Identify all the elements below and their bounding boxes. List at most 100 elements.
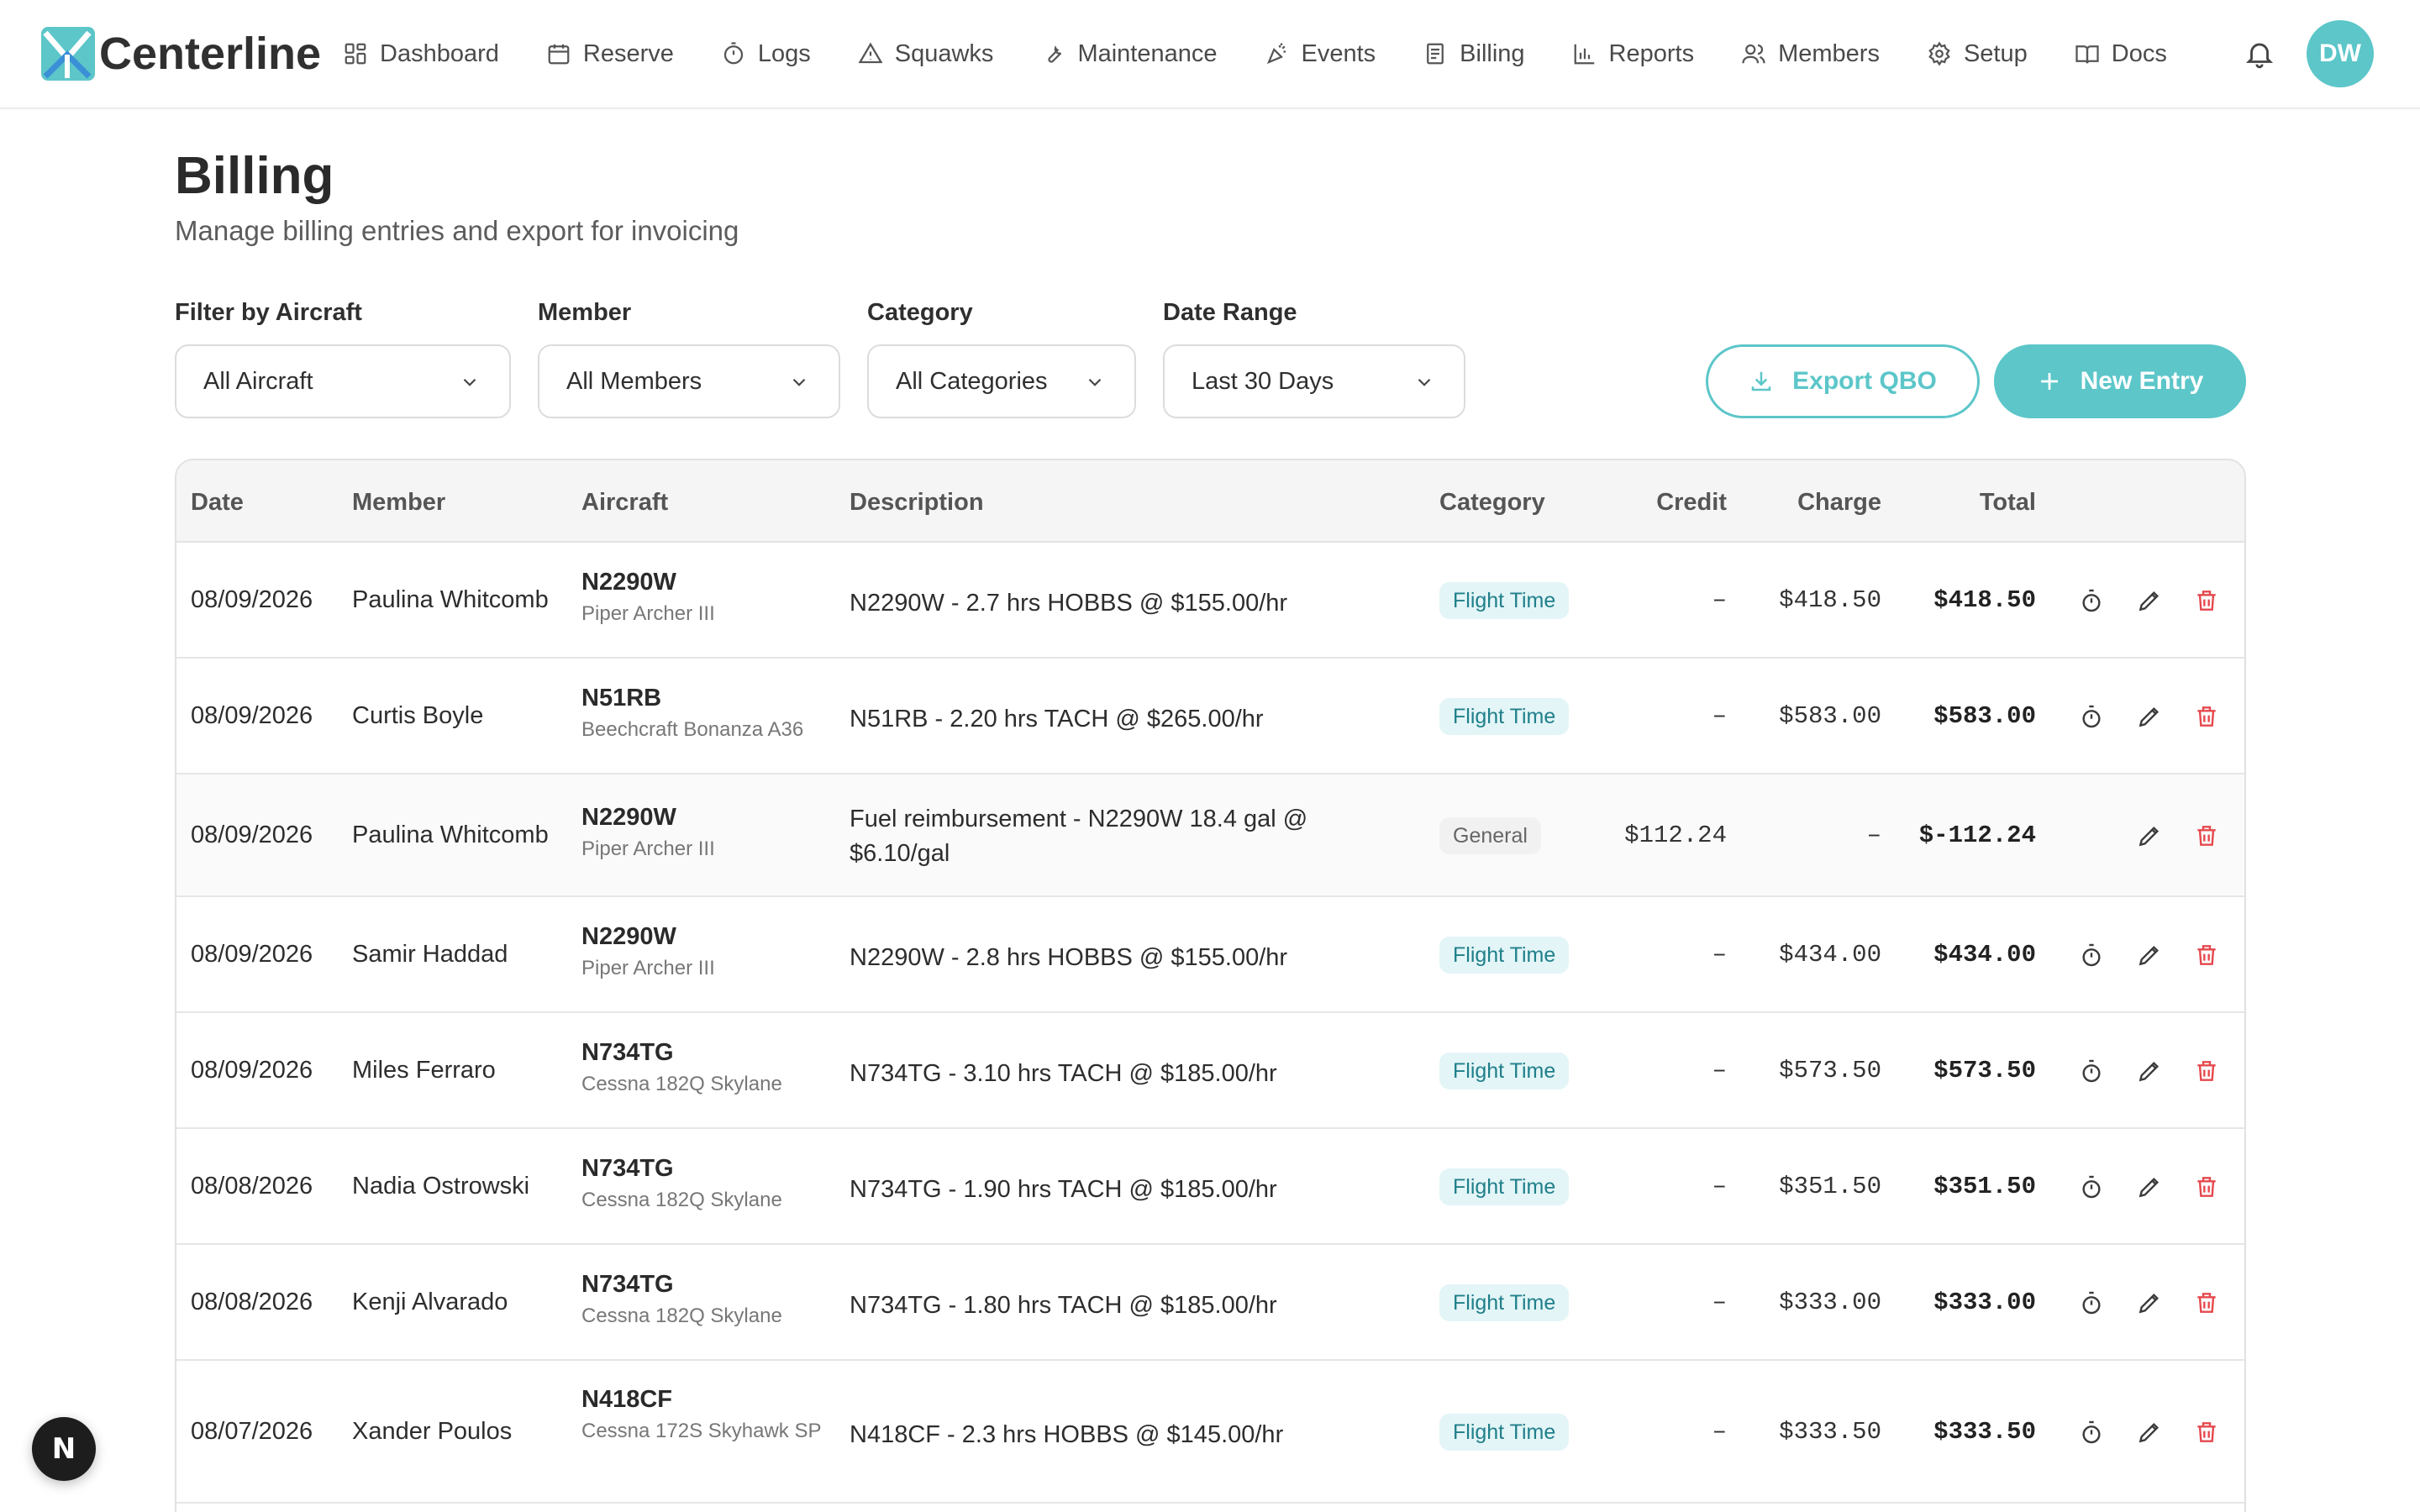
col-charge-header[interactable]: Charge <box>1797 489 1881 517</box>
row-date: 08/09/2026 <box>191 941 313 968</box>
col-credit-header[interactable]: Credit <box>1656 489 1727 517</box>
new-entry-button[interactable]: New Entry <box>1994 344 2246 418</box>
bell-icon[interactable] <box>2244 37 2275 71</box>
nav-item-reports[interactable]: Reports <box>1572 32 1694 76</box>
row-credit: – <box>1712 1057 1727 1084</box>
aircraft-model: Beechcraft Bonanza A36 <box>581 718 804 741</box>
aircraft-registration[interactable]: N51RB <box>581 685 834 712</box>
aircraft-registration[interactable]: N734TG <box>581 1039 834 1067</box>
row-date: 08/09/2026 <box>191 702 313 729</box>
nav-item-members[interactable]: Members <box>1741 32 1880 76</box>
pencil-icon[interactable] <box>2136 1058 2163 1084</box>
new-entry-label: New Entry <box>2080 367 2204 395</box>
date-range-filter-select[interactable]: Last 30 Days <box>1163 344 1465 418</box>
aircraft-registration[interactable]: N2290W <box>581 804 834 832</box>
nav-item-logs[interactable]: Logs <box>721 32 811 76</box>
nav-item-squawks[interactable]: Squawks <box>858 32 993 76</box>
table-row: 08/09/2026 Miles Ferraro N734TG Cessna 182Q… <box>176 1013 2244 1129</box>
aircraft-registration[interactable]: N418CF <box>581 1386 834 1414</box>
trash-icon[interactable] <box>2193 1419 2220 1446</box>
aircraft-model: Cessna 182Q Skylane <box>581 1073 782 1095</box>
pencil-icon[interactable] <box>2136 1419 2163 1446</box>
row-total: $573.50 <box>1933 1057 2036 1084</box>
row-member[interactable]: Paulina Whitcomb <box>352 586 549 614</box>
category-badge: Flight Time <box>1439 1053 1570 1089</box>
nav-item-reserve[interactable]: Reserve <box>546 32 674 76</box>
row-member[interactable]: Xander Poulos <box>352 1418 512 1446</box>
brand-logo[interactable]: Centerline <box>39 24 321 84</box>
aircraft-filter-select[interactable]: All Aircraft <box>175 344 511 418</box>
row-aircraft: N2290W Piper Archer III <box>581 569 834 627</box>
stopwatch-icon[interactable] <box>2078 1289 2105 1316</box>
col-description-header[interactable]: Description <box>850 489 984 517</box>
stopwatch-icon[interactable] <box>2078 942 2105 969</box>
col-date-header[interactable]: Date <box>191 489 244 517</box>
dev-tools-button[interactable]: N <box>32 1417 96 1481</box>
pencil-icon[interactable] <box>2136 1173 2163 1200</box>
row-member[interactable]: Miles Ferraro <box>352 1057 496 1084</box>
trash-icon[interactable] <box>2193 822 2220 849</box>
stopwatch-icon[interactable] <box>2078 587 2105 614</box>
nav-label: Events <box>1301 39 1376 67</box>
pencil-icon[interactable] <box>2136 822 2163 849</box>
pencil-icon[interactable] <box>2136 1289 2163 1316</box>
row-charge: $573.50 <box>1779 1057 1881 1084</box>
pencil-icon[interactable] <box>2136 587 2163 614</box>
col-total-header[interactable]: Total <box>1980 489 2036 517</box>
pencil-icon[interactable] <box>2136 703 2163 730</box>
stopwatch-icon[interactable] <box>2078 703 2105 730</box>
aircraft-registration[interactable]: N734TG <box>581 1271 834 1299</box>
category-filter-label: Category <box>867 299 973 326</box>
trash-icon[interactable] <box>2193 1289 2220 1316</box>
nav-item-setup[interactable]: Setup <box>1927 32 2028 76</box>
table-header: Date Member Aircraft Description Categor… <box>176 460 2244 543</box>
centerline-logo-icon <box>41 27 95 81</box>
trash-icon[interactable] <box>2193 1173 2220 1200</box>
aircraft-registration[interactable]: N2290W <box>581 569 834 596</box>
trash-icon[interactable] <box>2193 1058 2220 1084</box>
col-aircraft-header[interactable]: Aircraft <box>581 489 668 517</box>
member-filter-value: All Members <box>566 367 702 395</box>
nav-item-docs[interactable]: Docs <box>2075 32 2167 76</box>
col-member-header[interactable]: Member <box>352 489 445 517</box>
chevron-down-icon <box>463 378 476 386</box>
member-filter-select[interactable]: All Members <box>538 344 840 418</box>
stopwatch-icon[interactable] <box>2078 1058 2105 1084</box>
aircraft-model: Cessna 182Q Skylane <box>581 1305 782 1327</box>
export-qbo-button[interactable]: Export QBO <box>1706 344 1980 418</box>
pencil-icon[interactable] <box>2136 942 2163 969</box>
row-credit: – <box>1712 941 1727 969</box>
trash-icon[interactable] <box>2193 703 2220 730</box>
brand-name: Centerline <box>99 29 322 79</box>
nav-item-events[interactable]: Events <box>1265 32 1376 76</box>
grid-icon <box>345 43 366 65</box>
aircraft-model: Cessna 182Q Skylane <box>581 1189 782 1211</box>
row-member[interactable]: Samir Haddad <box>352 941 508 969</box>
row-aircraft: N734TG Cessna 182Q Skylane <box>581 1155 834 1213</box>
book-icon <box>2075 45 2099 64</box>
nav-item-billing[interactable]: Billing <box>1423 32 1525 76</box>
col-category-header[interactable]: Category <box>1439 489 1545 517</box>
stopwatch-icon[interactable] <box>2078 1419 2105 1446</box>
row-member[interactable]: Curtis Boyle <box>352 702 483 730</box>
aircraft-registration[interactable]: N734TG <box>581 1155 834 1183</box>
trash-icon[interactable] <box>2193 942 2220 969</box>
nav-item-maintenance[interactable]: Maintenance <box>1040 32 1218 76</box>
aircraft-registration[interactable]: N2290W <box>581 923 834 951</box>
stopwatch-icon <box>723 42 743 65</box>
row-charge: – <box>1866 822 1881 849</box>
row-date: 08/09/2026 <box>191 1057 313 1084</box>
row-member[interactable]: Paulina Whitcomb <box>352 822 549 849</box>
category-badge: Flight Time <box>1439 1284 1570 1321</box>
row-member[interactable]: Nadia Ostrowski <box>352 1173 529 1200</box>
nav-item-dashboard[interactable]: Dashboard <box>343 32 499 76</box>
row-member[interactable]: Kenji Alvarado <box>352 1289 508 1316</box>
nav-label: Maintenance <box>1077 39 1218 67</box>
user-avatar[interactable]: DW <box>2307 20 2374 87</box>
row-description: N734TG - 3.10 hrs TACH @ $185.00/hr <box>850 1060 1277 1087</box>
trash-icon[interactable] <box>2193 587 2220 614</box>
stopwatch-icon[interactable] <box>2078 1173 2105 1200</box>
category-filter-select[interactable]: All Categories <box>867 344 1136 418</box>
row-description: N2290W - 2.8 hrs HOBBS @ $155.00/hr <box>850 944 1288 971</box>
row-aircraft: N734TG Cessna 182Q Skylane <box>581 1271 834 1329</box>
